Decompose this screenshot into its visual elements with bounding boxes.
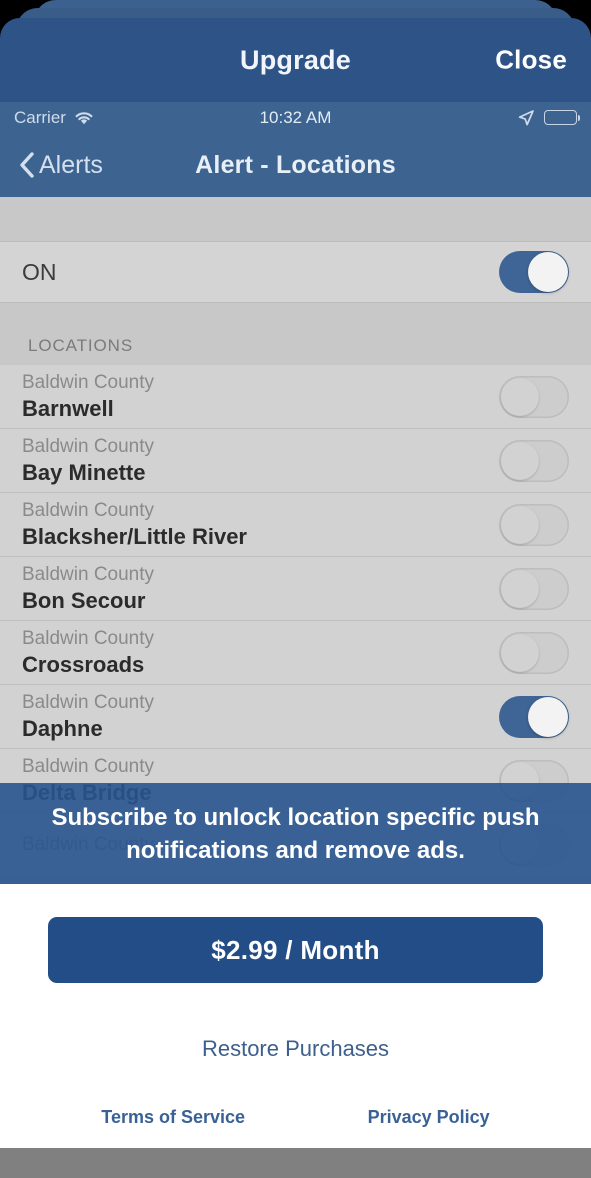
locations-section-header-label: LOCATIONS [28,336,134,355]
location-name-label: Bay Minette [22,459,146,485]
navigation-bar: Alerts Alert - Locations [0,133,591,197]
restore-purchases-button[interactable]: Restore Purchases [0,1036,591,1062]
settings-table: ON LOCATIONS Baldwin County Barnwell Baldw… [0,197,591,877]
location-row-texts: Baldwin County Blacksher/Little River [22,499,247,551]
location-county-label: Baldwin County [22,499,155,521]
location-row[interactable]: Baldwin County Blacksher/Little River [0,493,591,557]
location-row-texts: Baldwin County Crossroads [22,627,154,679]
status-bar-right [517,109,581,127]
locations-section-header: LOCATIONS [0,303,591,365]
location-toggle-switch[interactable] [499,567,569,610]
subscribe-banner[interactable]: Subscribe to unlock location specific pu… [0,783,591,884]
location-county-label: Baldwin County [22,627,155,649]
subscribe-price-button[interactable]: $2.99 / Month [48,917,543,983]
subscribe-banner-message: Subscribe to unlock location specific pu… [51,803,540,864]
home-indicator-bar [0,1148,591,1178]
page-title: Upgrade [240,44,351,75]
location-row[interactable]: Baldwin County Bay Minette [0,429,591,493]
purchase-panel: $2.99 / Month Restore Purchases Terms of… [0,884,591,1148]
location-row[interactable]: Baldwin County Bon Secour [0,557,591,621]
location-toggle-switch[interactable] [499,631,569,674]
master-toggle-switch[interactable] [499,251,569,293]
location-name-label: Barnwell [22,395,114,421]
app-content-region: Carrier 10:32 AM Alerts Alert - Location… [0,102,591,884]
master-toggle-row[interactable]: ON [0,241,591,303]
location-name-label: Crossroads [22,651,145,677]
legal-links: Terms of Service Privacy Policy [0,1107,591,1128]
table-top-spacer [0,197,591,241]
location-county-label: Baldwin County [22,563,155,585]
privacy-policy-link[interactable]: Privacy Policy [368,1107,490,1128]
location-row[interactable]: Baldwin County Crossroads [0,621,591,685]
master-toggle-label: ON [22,258,57,285]
close-button[interactable]: Close [495,45,567,76]
terms-of-service-link[interactable]: Terms of Service [101,1107,245,1128]
status-bar-clock: 10:32 AM [259,107,332,127]
location-row[interactable]: Baldwin County Daphne [0,685,591,749]
back-button[interactable]: Alerts [0,151,103,180]
location-county-label: Baldwin County [22,691,155,713]
location-name-label: Blacksher/Little River [22,523,247,549]
location-toggle-switch[interactable] [499,375,569,418]
location-row-texts: Baldwin County Bon Secour [22,563,154,615]
location-county-label: Baldwin County [22,435,155,457]
subscribe-price-label: $2.99 / Month [211,934,380,965]
location-row-texts: Baldwin County Bay Minette [22,435,154,487]
status-bar: Carrier 10:32 AM [0,102,591,133]
location-county-label: Baldwin County [22,755,155,777]
location-row-texts: Baldwin County Daphne [22,691,154,743]
location-county-label: Baldwin County [22,371,155,393]
chevron-left-icon [18,151,35,179]
location-row-texts: Baldwin County Barnwell [22,371,154,423]
battery-icon [544,110,581,125]
location-toggle-switch[interactable] [499,695,569,738]
location-name-label: Daphne [22,715,103,741]
upgrade-header-bar: Upgrade Close [0,18,591,102]
location-arrow-icon [517,109,535,127]
location-toggle-switch[interactable] [499,439,569,482]
phone-screen: Upgrade Close Carrier 10:32 AM Alerts Al… [0,0,591,1178]
back-button-label: Alerts [39,150,103,179]
location-row[interactable]: Baldwin County Barnwell [0,365,591,429]
location-toggle-switch[interactable] [499,503,569,546]
location-name-label: Bon Secour [22,587,146,613]
